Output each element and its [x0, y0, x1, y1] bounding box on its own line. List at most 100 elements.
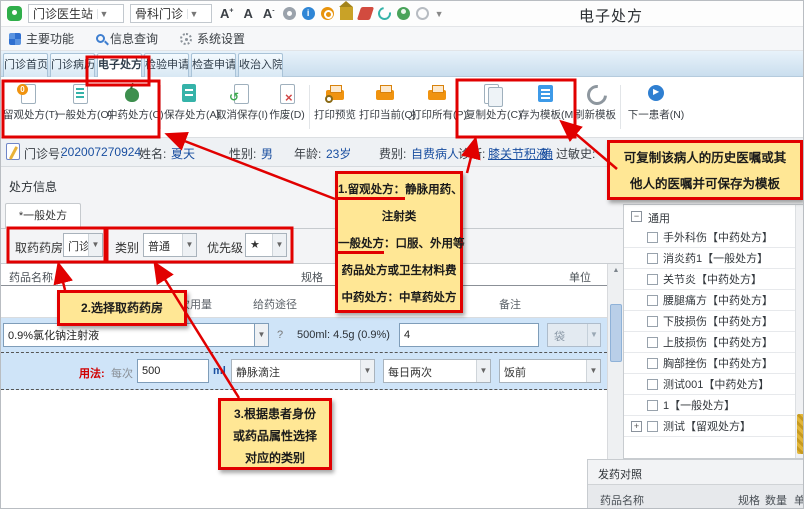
scrollbar-thumb[interactable]	[797, 414, 804, 454]
save-rx-button[interactable]: 保存处方(A)	[164, 83, 214, 133]
template-checkbox[interactable]	[647, 274, 658, 285]
tree-root-general[interactable]: − 通用	[624, 207, 804, 227]
search-icon	[96, 34, 105, 43]
station-select[interactable]: 门诊医生站 ▼	[28, 4, 124, 23]
diagnosis-link[interactable]: 膝关节积液	[488, 145, 548, 162]
chevron-down-icon[interactable]: ▼	[88, 234, 102, 256]
herbal-rx-button[interactable]: 中药处方(C)	[107, 83, 157, 133]
chevron-down-icon[interactable]: ▼	[272, 234, 286, 256]
print-preview-button[interactable]: 打印预览	[313, 83, 357, 133]
template-checkbox[interactable]	[647, 232, 658, 243]
expand-icon[interactable]	[631, 337, 642, 348]
eraser-icon[interactable]	[356, 7, 373, 20]
expand-icon[interactable]: +	[631, 421, 642, 432]
template-checkbox[interactable]	[647, 316, 658, 327]
chevron-down-icon[interactable]: ▼	[182, 234, 196, 256]
expand-icon[interactable]	[631, 295, 642, 306]
diagnosis-confirm-link[interactable]: 确	[541, 145, 553, 162]
drug-name-input[interactable]	[3, 323, 255, 347]
menu-info-query[interactable]: 信息查询	[96, 30, 158, 47]
expand-icon[interactable]	[631, 379, 642, 390]
template-tree-panel: − 通用 手外科伤【中药处方】 消炎药1【一般处方】	[623, 204, 804, 459]
expand-icon[interactable]	[631, 232, 642, 243]
save-as-template-button[interactable]: 存为模板(M)	[519, 83, 571, 133]
void-button[interactable]: 作废(D)	[268, 83, 306, 133]
template-item[interactable]: 消炎药1【一般处方】	[624, 248, 804, 269]
more-options-icon[interactable]	[416, 7, 429, 20]
chevron-down-icon[interactable]: ▼	[187, 9, 200, 19]
template-item[interactable]: 上肢损伤【中药处方】	[624, 332, 804, 353]
font-normal-button[interactable]: A	[241, 6, 254, 21]
tree-scrollbar[interactable]	[795, 205, 804, 458]
chevron-down-icon[interactable]: ▼	[97, 9, 110, 19]
home-icon[interactable]	[340, 7, 353, 20]
expand-icon[interactable]	[631, 253, 642, 264]
menu-system-settings[interactable]: 系统设置	[180, 30, 245, 47]
general-rx-button[interactable]: 一般处方(O)	[55, 83, 105, 133]
template-item[interactable]: 1【一般处方】	[624, 395, 804, 416]
category-select[interactable]: 普通 ▼	[143, 233, 197, 257]
template-item[interactable]: 腰腿痛方【中药处方】	[624, 290, 804, 311]
observe-rx-button[interactable]: 留观处方(T)	[3, 83, 53, 133]
expand-icon[interactable]	[631, 274, 642, 285]
template-item[interactable]: 手外科伤【中药处方】	[624, 227, 804, 248]
expand-icon[interactable]	[631, 400, 642, 411]
chevron-down-icon[interactable]: ▼	[435, 9, 444, 19]
print-preview-icon	[324, 83, 346, 104]
template-checkbox[interactable]	[647, 421, 658, 432]
copy-rx-button[interactable]: 复制处方(C)	[465, 83, 517, 133]
drug-qty-input[interactable]	[399, 323, 539, 347]
tab-general-rx[interactable]: *一般处方	[5, 203, 81, 229]
route-select[interactable]: 静脉滴注 ▼	[231, 359, 375, 383]
chevron-down-icon[interactable]: ▼	[586, 360, 600, 382]
drug-unit-select[interactable]: 袋 ▼	[547, 323, 601, 347]
template-checkbox[interactable]	[647, 358, 658, 369]
tab-admission[interactable]: 收治入院	[238, 53, 283, 77]
print-all-button[interactable]: 打印所有(P)	[411, 83, 463, 133]
template-checkbox[interactable]	[647, 379, 658, 390]
template-checkbox[interactable]	[647, 295, 658, 306]
tab-outpatient-record[interactable]: 门诊病历	[50, 53, 95, 77]
template-checkbox[interactable]	[647, 337, 658, 348]
tab-exam-request[interactable]: 检查申请	[191, 53, 236, 77]
refresh-icon[interactable]	[375, 4, 393, 22]
font-increase-button[interactable]: A+	[218, 6, 235, 21]
department-select[interactable]: 骨科门诊 ▼	[130, 4, 212, 23]
settings-icon[interactable]	[283, 7, 296, 20]
template-item[interactable]: 胸部挫伤【中药处方】	[624, 353, 804, 374]
tab-outpatient-home[interactable]: 门诊首页	[3, 53, 48, 77]
print-current-button[interactable]: 打印当前(Q)	[359, 83, 411, 133]
chevron-down-icon[interactable]: ▼	[255, 323, 269, 347]
menu-main-functions[interactable]: 主要功能	[9, 30, 74, 47]
template-checkbox[interactable]	[647, 253, 658, 264]
info-icon[interactable]: i	[302, 7, 315, 20]
timing-select[interactable]: 饭前 ▼	[499, 359, 601, 383]
scroll-up-icon[interactable]: ▲	[608, 264, 624, 278]
tab-electronic-prescription[interactable]: 电子处方	[97, 53, 142, 77]
template-item[interactable]: 关节炎【中药处方】	[624, 269, 804, 290]
font-decrease-button[interactable]: A-	[261, 6, 277, 21]
expand-icon[interactable]	[631, 358, 642, 369]
cancel-save-button[interactable]: 取消保存(I)	[216, 83, 266, 133]
template-item[interactable]: 测试001【中药处方】	[624, 374, 804, 395]
refresh-template-button[interactable]: 刷新模板	[573, 83, 617, 133]
herbal-rx-icon	[121, 83, 143, 104]
template-item[interactable]: 下肢损伤【中药处方】	[624, 311, 804, 332]
pharmacy-select[interactable]: 门诊西... ▼	[63, 233, 103, 257]
user-icon[interactable]	[397, 7, 410, 20]
priority-select[interactable]: ★ ▼	[245, 233, 287, 257]
dose-input[interactable]	[137, 359, 209, 383]
key-icon[interactable]	[321, 7, 334, 20]
template-checkbox[interactable]	[647, 400, 658, 411]
template-item[interactable]: + 测试【留观处方】	[624, 416, 804, 437]
tab-lab-request[interactable]: 检验申请	[144, 53, 189, 77]
usage-row[interactable]: 用法: 每次 ml 静脉滴注 ▼ 每日两次 ▼ 饭前 ▼	[1, 352, 607, 390]
frequency-select[interactable]: 每日两次 ▼	[383, 359, 491, 383]
chevron-down-icon[interactable]: ▼	[360, 360, 374, 382]
drug-help-icon[interactable]: ?	[277, 329, 283, 341]
collapse-icon[interactable]: −	[631, 211, 642, 222]
chevron-down-icon[interactable]: ▼	[476, 360, 490, 382]
scrollbar-thumb[interactable]	[610, 304, 622, 362]
expand-icon[interactable]	[631, 316, 642, 327]
next-patient-button[interactable]: 下一患者(N)	[624, 83, 688, 133]
